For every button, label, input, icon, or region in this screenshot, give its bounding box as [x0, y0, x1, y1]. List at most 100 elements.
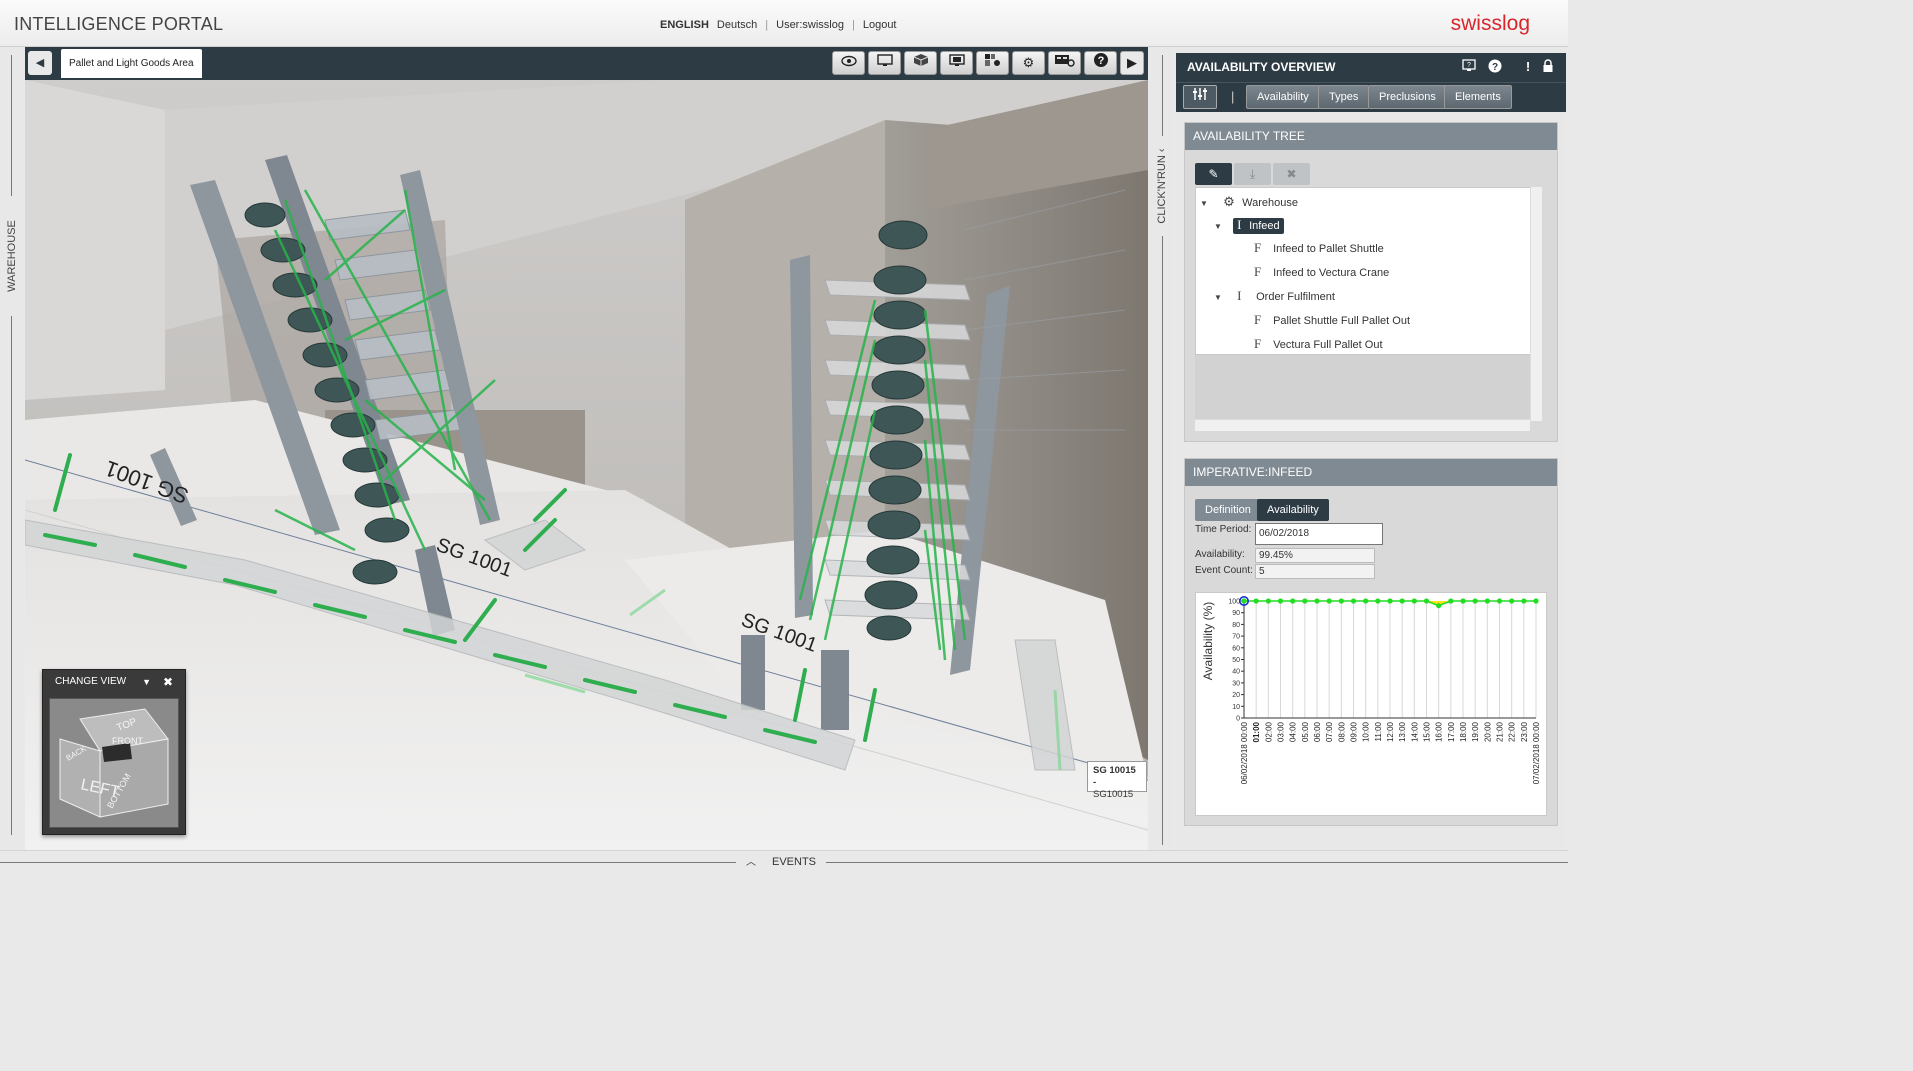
view-cube[interactable]: TOP FRONT LEFT BOTTOM BACK	[49, 698, 179, 828]
tree-node-label: Infeed to Pallet Shuttle	[1273, 243, 1384, 255]
viewport-3d[interactable]: ◀ Pallet and Light Goods Area ⚙ ? ▶ SG 1…	[25, 47, 1148, 850]
lock-icon[interactable]	[1540, 59, 1556, 76]
data-point[interactable]	[1302, 598, 1308, 604]
tree-node-pallet-shuttle-out[interactable]: F Pallet Shuttle Full Pallet Out	[1254, 312, 1410, 328]
data-point[interactable]	[1350, 598, 1357, 604]
data-point[interactable]	[1423, 598, 1430, 604]
warehouse-manager-label[interactable]: WAREHOUSE MANAGER ›	[3, 196, 36, 316]
eye-icon[interactable]	[832, 51, 865, 75]
data-point[interactable]	[1521, 598, 1527, 604]
warehouse-scene[interactable]: SG 1001 SG 1001 SG 1001	[25, 80, 1148, 850]
area-tab[interactable]: Pallet and Light Goods Area	[61, 49, 202, 78]
tree-node-infeed[interactable]: ▼ I Infeed	[1214, 217, 1284, 234]
data-point[interactable]	[1277, 598, 1284, 604]
filter-settings-icon[interactable]	[1183, 85, 1217, 109]
viewport-toolbar: ◀ Pallet and Light Goods Area ⚙ ? ▶	[25, 47, 1148, 80]
tab-definition[interactable]: Definition	[1195, 499, 1261, 521]
chevron-up-icon[interactable]: ︿	[746, 857, 756, 868]
svg-text:?: ?	[1467, 62, 1471, 69]
lang-english[interactable]: ENGLISH	[660, 19, 709, 31]
logout-link[interactable]: Logout	[863, 19, 897, 31]
tree-vertical-scrollbar[interactable]	[1530, 187, 1542, 421]
tab-types[interactable]: Types	[1318, 85, 1370, 109]
cube-face-front[interactable]: FRONT	[112, 736, 143, 746]
data-point[interactable]	[1363, 598, 1369, 604]
data-point[interactable]	[1399, 598, 1405, 604]
close-icon[interactable]: ✖	[163, 670, 173, 694]
user-label: User:swisslog	[776, 19, 844, 31]
clicknrun-label[interactable]: CLICK'N'RUN ‹	[1153, 136, 1171, 236]
edit-icon[interactable]: ✎	[1195, 163, 1232, 185]
help-icon[interactable]: ?	[1084, 51, 1117, 75]
lang-deutsch[interactable]: Deutsch	[717, 19, 757, 31]
data-point[interactable]	[1375, 598, 1381, 604]
data-point[interactable]	[1509, 598, 1515, 604]
tree-toolbar: ✎ ⤓ ✖	[1195, 163, 1310, 185]
events-toggle[interactable]: ︿ EVENTS	[736, 853, 827, 871]
y-tick-label: 50	[1232, 657, 1240, 664]
warehouse-manager-handle[interactable]: WAREHOUSE MANAGER ›	[0, 47, 36, 850]
alert-icon[interactable]: !	[1520, 59, 1536, 74]
monitor-icon[interactable]	[868, 51, 901, 75]
layout-icon[interactable]	[976, 51, 1009, 75]
data-point[interactable]	[1241, 598, 1247, 604]
x-tick-label: 05:00	[1301, 721, 1310, 742]
data-point[interactable]	[1387, 598, 1393, 604]
tree-node-order-fulfilment[interactable]: ▼ I Order Fulfilment	[1214, 288, 1335, 304]
data-point[interactable]	[1472, 598, 1478, 604]
view-toggle-icon[interactable]	[1048, 51, 1081, 75]
header-nav: ENGLISH Deutsch | User:swisslog | Logout	[660, 19, 897, 31]
element-tooltip: SG 10015 - SG10015	[1087, 761, 1147, 800]
data-point[interactable]	[1460, 598, 1466, 604]
tab-availability-detail[interactable]: Availability	[1257, 499, 1329, 521]
svg-text:?: ?	[1492, 62, 1498, 73]
data-point[interactable]	[1326, 598, 1332, 604]
time-period-field[interactable]: 06/02/2018	[1255, 523, 1383, 545]
x-tick-label: 03:00	[1277, 721, 1286, 742]
toggle-icon[interactable]: ▼	[1214, 222, 1224, 231]
availability-tree[interactable]: ▼ ⚙ Warehouse ▼ I Infeed F Infeed to Pall…	[1195, 187, 1540, 355]
cube-icon[interactable]	[904, 51, 937, 75]
events-bar[interactable]: ︿ EVENTS	[0, 850, 1568, 878]
tree-node-infeed-pallet-shuttle[interactable]: F Infeed to Pallet Shuttle	[1254, 240, 1384, 256]
tree-horizontal-scrollbar[interactable]	[1195, 419, 1530, 431]
data-point[interactable]	[1265, 598, 1271, 604]
data-point[interactable]	[1411, 598, 1417, 604]
swisslog-logo: swisslog	[1450, 12, 1530, 35]
y-tick-label: 70	[1232, 634, 1240, 641]
help-icon[interactable]: ?	[1487, 59, 1503, 76]
tree-node-vectura-out[interactable]: F Vectura Full Pallet Out	[1254, 336, 1383, 352]
toggle-icon[interactable]: ▼	[1214, 293, 1224, 302]
data-point[interactable]	[1290, 598, 1296, 604]
x-tick-label: 17:00	[1447, 721, 1456, 742]
y-tick-label: 20	[1232, 692, 1240, 699]
clicknrun-handle[interactable]: CLICK'N'RUN ‹	[1150, 47, 1174, 850]
tab-availability[interactable]: Availability	[1246, 85, 1320, 109]
collapse-right-button[interactable]: ▶	[1120, 51, 1144, 75]
separator: |	[765, 19, 769, 31]
data-point[interactable]	[1496, 598, 1503, 604]
data-point[interactable]	[1253, 598, 1259, 604]
tree-node-warehouse[interactable]: ▼ ⚙ Warehouse	[1200, 194, 1298, 210]
tree-node-infeed-vectura-crane[interactable]: F Infeed to Vectura Crane	[1254, 264, 1389, 280]
data-point[interactable]	[1533, 598, 1539, 604]
data-point[interactable]	[1338, 598, 1344, 604]
screen-icon[interactable]	[940, 51, 973, 75]
dropdown-icon[interactable]: ▼	[142, 670, 151, 694]
x-tick-label: 16:00	[1435, 721, 1444, 742]
function-icon: F	[1254, 312, 1262, 327]
report-icon[interactable]: ?	[1461, 59, 1477, 76]
toggle-icon[interactable]: ▼	[1200, 199, 1210, 208]
gear-icon[interactable]: ⚙	[1012, 51, 1045, 75]
tab-preclusions[interactable]: Preclusions	[1368, 85, 1447, 109]
imperative-icon: I	[1237, 217, 1242, 232]
selected-node[interactable]: I Infeed	[1233, 217, 1284, 234]
data-point[interactable]	[1314, 598, 1320, 604]
collapse-left-button[interactable]: ◀	[28, 51, 52, 75]
data-point[interactable]	[1448, 598, 1454, 604]
data-point[interactable]	[1436, 603, 1442, 609]
availability-chart: Availability (%) 0 10 20 30 40 50 60 70 80 90 100 0…	[1195, 592, 1547, 816]
data-point[interactable]	[1484, 598, 1490, 604]
time-period-label: Time Period:	[1195, 524, 1252, 535]
tab-elements[interactable]: Elements	[1444, 85, 1512, 109]
